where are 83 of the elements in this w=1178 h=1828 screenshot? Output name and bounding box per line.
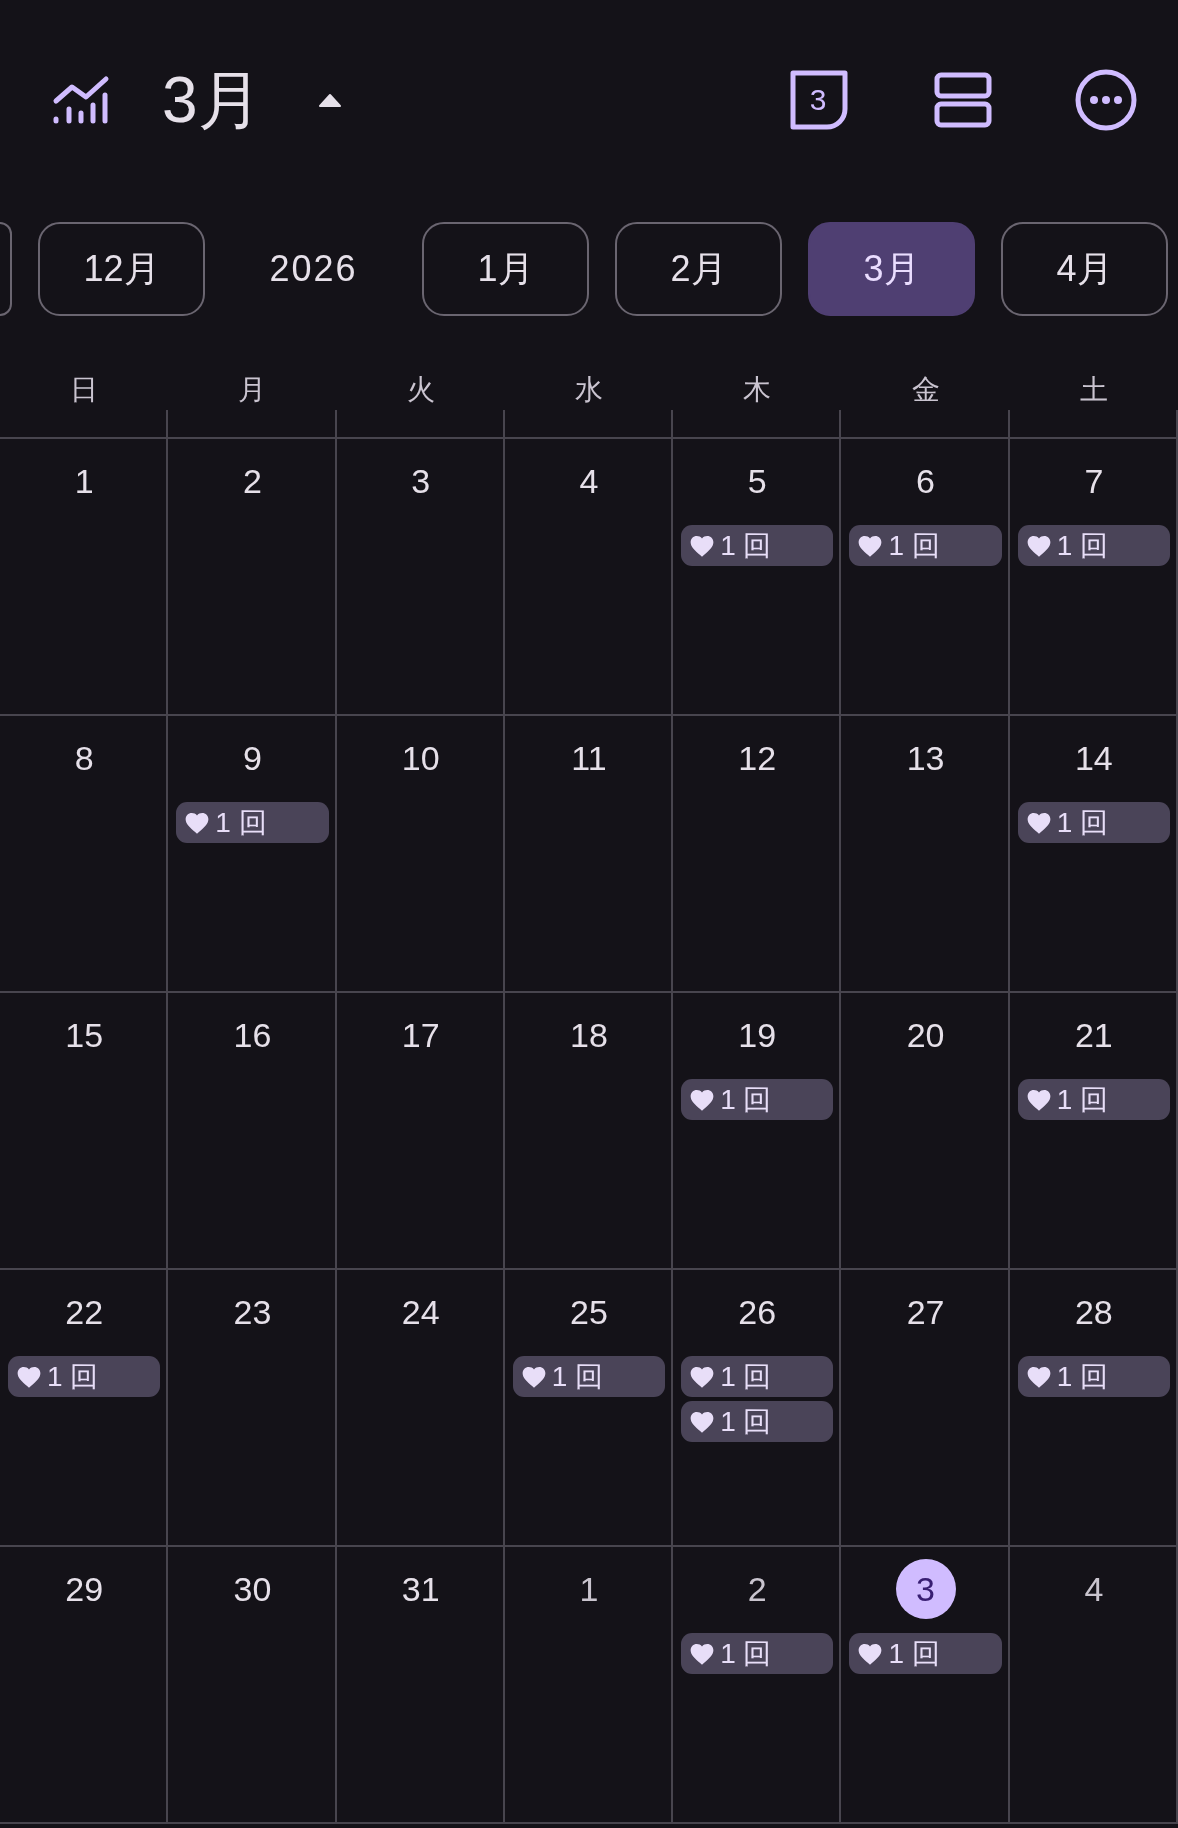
- weekday-label: 木: [743, 373, 772, 407]
- event-chip[interactable]: 1 回: [681, 1401, 834, 1442]
- heart-icon: [689, 1087, 716, 1112]
- weekday-label: 土: [1079, 373, 1108, 407]
- day-number[interactable]: 24: [390, 1282, 451, 1342]
- event-chip[interactable]: 1 回: [1017, 802, 1170, 843]
- month-chip[interactable]: [0, 222, 12, 316]
- day-number[interactable]: 11: [559, 728, 619, 788]
- month-chip[interactable]: 4月: [1001, 222, 1168, 316]
- calendar-today-icon[interactable]: 3: [789, 69, 851, 131]
- today-date[interactable]: 3: [895, 1559, 956, 1619]
- caret-up-icon[interactable]: [317, 93, 342, 107]
- day-number[interactable]: 8: [54, 728, 115, 788]
- month-title[interactable]: 3月: [162, 56, 262, 144]
- heart-icon: [1025, 1364, 1052, 1389]
- day-number[interactable]: 4: [559, 451, 619, 511]
- day-number[interactable]: 10: [390, 728, 451, 788]
- weekday-label: 月: [238, 373, 267, 407]
- event-chip[interactable]: 1 回: [681, 525, 834, 566]
- day-number[interactable]: 7: [1063, 451, 1124, 511]
- day-number[interactable]: 2: [727, 1559, 788, 1619]
- day-number[interactable]: 19: [727, 1005, 788, 1065]
- year-label[interactable]: 2026: [231, 222, 396, 316]
- event-chip[interactable]: 1 回: [681, 1633, 834, 1674]
- heart-icon: [857, 533, 884, 558]
- day-number[interactable]: 18: [559, 1005, 619, 1065]
- heart-icon: [857, 1641, 884, 1666]
- day-number[interactable]: 30: [222, 1559, 283, 1619]
- view-rows-icon[interactable]: [934, 71, 992, 129]
- day-number[interactable]: 12: [727, 728, 788, 788]
- event-chip[interactable]: 1 回: [849, 525, 1002, 566]
- day-number[interactable]: 26: [727, 1282, 788, 1342]
- weekday-label: 金: [911, 373, 940, 407]
- heart-icon: [689, 1641, 716, 1666]
- day-number[interactable]: 1: [559, 1559, 619, 1619]
- day-number[interactable]: 29: [54, 1559, 115, 1619]
- weekday-label: 日: [70, 373, 99, 407]
- day-number[interactable]: 15: [54, 1005, 115, 1065]
- day-number[interactable]: 6: [895, 451, 956, 511]
- weekday-label: 水: [575, 373, 603, 407]
- day-number[interactable]: 3: [390, 451, 451, 511]
- month-chip[interactable]: 2月: [615, 222, 782, 316]
- heart-icon: [1025, 1087, 1052, 1112]
- event-chip[interactable]: 1 回: [1017, 1356, 1170, 1397]
- heart-icon: [520, 1364, 547, 1389]
- event-chip[interactable]: 1 回: [8, 1356, 161, 1397]
- day-number[interactable]: 14: [1063, 728, 1124, 788]
- month-chip[interactable]: 12月: [38, 222, 205, 316]
- day-number[interactable]: 4: [1063, 1559, 1124, 1619]
- day-number[interactable]: 9: [222, 728, 283, 788]
- event-chip[interactable]: 1 回: [849, 1633, 1002, 1674]
- day-number[interactable]: 1: [54, 451, 115, 511]
- heart-icon: [1025, 810, 1052, 835]
- heart-icon: [184, 810, 211, 835]
- day-number[interactable]: 2: [222, 451, 283, 511]
- event-chip[interactable]: 1 回: [681, 1356, 834, 1397]
- day-number[interactable]: 13: [895, 728, 956, 788]
- heart-icon: [16, 1364, 42, 1389]
- chart-icon[interactable]: [52, 75, 110, 125]
- weekday-label: 火: [406, 373, 435, 407]
- heart-icon: [689, 1409, 716, 1434]
- event-chip[interactable]: 1 回: [681, 1079, 834, 1120]
- more-icon[interactable]: [1075, 69, 1137, 131]
- day-number[interactable]: 25: [559, 1282, 619, 1342]
- day-number[interactable]: 20: [895, 1005, 956, 1065]
- day-number[interactable]: 21: [1063, 1005, 1124, 1065]
- day-number[interactable]: 27: [895, 1282, 956, 1342]
- month-chip[interactable]: 3月: [808, 222, 975, 316]
- day-number[interactable]: 5: [727, 451, 788, 511]
- day-number[interactable]: 28: [1063, 1282, 1124, 1342]
- day-number[interactable]: 23: [222, 1282, 283, 1342]
- event-chip[interactable]: 1 回: [1017, 525, 1170, 566]
- day-number[interactable]: 17: [390, 1005, 451, 1065]
- heart-icon: [1025, 533, 1052, 558]
- day-number[interactable]: 16: [222, 1005, 283, 1065]
- event-chip[interactable]: 1 回: [1017, 1079, 1170, 1120]
- month-chip[interactable]: 1月: [422, 222, 589, 316]
- heart-icon: [689, 1364, 716, 1389]
- event-chip[interactable]: 1 回: [176, 802, 329, 843]
- heart-icon: [689, 533, 716, 558]
- event-chip[interactable]: 1 回: [512, 1356, 666, 1397]
- day-number[interactable]: 22: [54, 1282, 115, 1342]
- day-number[interactable]: 31: [390, 1559, 451, 1619]
